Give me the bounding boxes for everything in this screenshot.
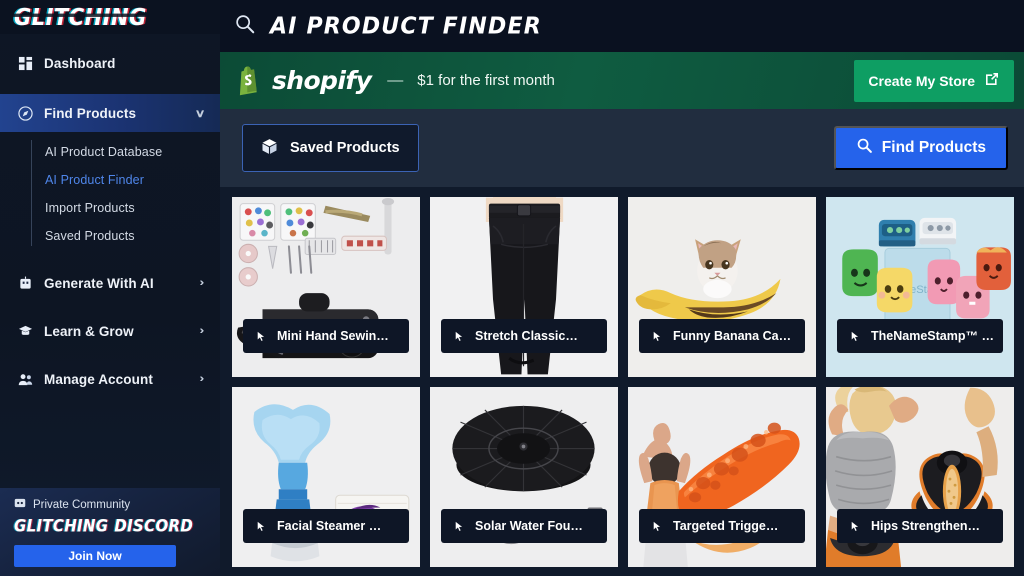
product-card-label: Hips Strengthen… xyxy=(837,509,1003,543)
find-products-button[interactable]: Find Products xyxy=(833,126,1008,170)
product-card-label: Facial Steamer … xyxy=(243,509,409,543)
shopify-offer-text: $1 for the first month xyxy=(417,72,555,89)
saved-products-button[interactable]: Saved Products xyxy=(242,124,419,172)
product-card-title: Facial Steamer … xyxy=(277,519,382,533)
product-card-title: Hips Strengthen… xyxy=(871,519,981,533)
cursor-click-icon xyxy=(255,520,268,533)
product-card-title: Funny Banana Ca… xyxy=(673,329,792,343)
product-card[interactable]: Facial Steamer … xyxy=(232,387,420,567)
cursor-click-icon xyxy=(849,520,862,533)
chevron-down-icon[interactable]: ∨ xyxy=(195,107,206,120)
find-products-label: Find Products xyxy=(881,139,986,156)
page-title: AI PRODUCT FINDER xyxy=(270,12,542,40)
sidebar-item-learn-and-grow[interactable]: Learn & Grow › xyxy=(0,314,220,348)
dashboard-icon xyxy=(18,56,33,71)
sidebar-item-find-products[interactable]: Find Products ∨ xyxy=(0,94,220,132)
discord-promo-title-glitching: GLITCHING xyxy=(14,516,109,536)
sidebar-item-dashboard[interactable]: Dashboard xyxy=(0,46,220,80)
sidebar: GLITCHING Dashboard Find Products ∨ AI P… xyxy=(0,0,220,576)
product-card[interactable]: NameStamp TheNameStamp™ … xyxy=(826,197,1014,377)
sidebar-item-generate-with-ai[interactable]: Generate With AI › xyxy=(0,266,220,300)
sidebar-subitem-ai-product-finder[interactable]: AI Product Finder xyxy=(31,166,220,194)
shopify-wordmark: shopify xyxy=(272,66,372,95)
discord-promo-title: GLITCHING DISCORD xyxy=(14,516,193,536)
discord-promo: Private Community GLITCHING DISCORD Join … xyxy=(0,488,220,576)
product-card-label: Funny Banana Ca… xyxy=(639,319,805,353)
discord-icon xyxy=(14,497,26,512)
app-root: GLITCHING Dashboard Find Products ∨ AI P… xyxy=(0,0,1024,576)
external-link-icon xyxy=(984,71,1000,90)
sidebar-item-label: Manage Account xyxy=(44,371,153,387)
search-icon xyxy=(234,13,256,40)
graduation-icon xyxy=(18,324,33,339)
product-card-title: Mini Hand Sewin… xyxy=(277,329,389,343)
sidebar-item-label: Generate With AI xyxy=(44,275,154,291)
sidebar-subitem-ai-product-database[interactable]: AI Product Database xyxy=(31,138,220,166)
chevron-right-icon[interactable]: › xyxy=(200,373,205,385)
product-card[interactable]: Mini Hand Sewin… xyxy=(232,197,420,377)
product-card-title: Stretch Classic… xyxy=(475,329,578,343)
package-icon xyxy=(261,138,278,159)
discord-promo-title-discord: DISCORD xyxy=(114,516,194,536)
product-card[interactable]: Targeted Trigge… xyxy=(628,387,816,567)
product-card-label: Targeted Trigge… xyxy=(639,509,805,543)
cursor-click-icon xyxy=(255,330,268,343)
sidebar-subitem-import-products[interactable]: Import Products xyxy=(31,194,220,222)
page-header: AI PRODUCT FINDER xyxy=(220,0,1024,52)
product-card-title: Targeted Trigge… xyxy=(673,519,779,533)
sidebar-item-manage-account[interactable]: Manage Account › xyxy=(0,362,220,396)
cursor-click-icon xyxy=(453,330,466,343)
cursor-click-icon xyxy=(453,520,466,533)
sidebar-submenu-find-products: AI Product Database AI Product Finder Im… xyxy=(0,138,220,250)
main-content: AI PRODUCT FINDER shopify — $1 for the f… xyxy=(220,0,1024,576)
product-card-title: Solar Water Fou… xyxy=(475,519,583,533)
compass-icon xyxy=(18,105,33,121)
cursor-click-icon xyxy=(849,330,862,343)
cursor-click-icon xyxy=(651,330,664,343)
brand-logo-text: GLITCHING xyxy=(12,2,149,30)
discord-promo-eyebrow: Private Community xyxy=(33,498,131,511)
join-now-button[interactable]: Join Now xyxy=(14,545,176,567)
shopify-promo-banner: shopify — $1 for the first month Create … xyxy=(220,52,1024,109)
product-grid: Mini Hand Sewin… Stretch Classic… Funny … xyxy=(220,187,1024,576)
sidebar-nav: Dashboard Find Products ∨ AI Product Dat… xyxy=(0,34,220,396)
robot-icon xyxy=(18,276,33,291)
sidebar-item-label: Dashboard xyxy=(44,55,116,71)
saved-products-label: Saved Products xyxy=(290,140,400,156)
brand-logo[interactable]: GLITCHING xyxy=(0,0,220,34)
product-card[interactable]: Funny Banana Ca… xyxy=(628,197,816,377)
product-card-label: Stretch Classic… xyxy=(441,319,607,353)
sidebar-item-label: Learn & Grow xyxy=(44,323,134,339)
product-card-title: TheNameStamp™ … xyxy=(871,329,994,343)
search-icon xyxy=(856,137,873,159)
product-card-label: TheNameStamp™ … xyxy=(837,319,1003,353)
product-card-label: Mini Hand Sewin… xyxy=(243,319,409,353)
chevron-right-icon[interactable]: › xyxy=(200,277,205,289)
people-icon xyxy=(18,372,33,387)
product-card[interactable]: Hips Strengthen… xyxy=(826,387,1014,567)
product-card[interactable]: Solar Water Fou… xyxy=(430,387,618,567)
actions-toolbar: Saved Products Find Products xyxy=(220,109,1024,187)
create-my-store-button[interactable]: Create My Store xyxy=(854,59,1014,102)
shopify-bag-icon xyxy=(237,66,263,96)
cursor-click-icon xyxy=(651,520,664,533)
product-card-label: Solar Water Fou… xyxy=(441,509,607,543)
chevron-right-icon[interactable]: › xyxy=(200,325,205,337)
sidebar-subitem-saved-products[interactable]: Saved Products xyxy=(31,222,220,250)
product-card[interactable]: Stretch Classic… xyxy=(430,197,618,377)
shopify-separator: — xyxy=(387,71,404,89)
create-my-store-label: Create My Store xyxy=(868,72,975,89)
discord-promo-header: Private Community xyxy=(14,497,208,512)
sidebar-item-label: Find Products xyxy=(44,105,137,121)
